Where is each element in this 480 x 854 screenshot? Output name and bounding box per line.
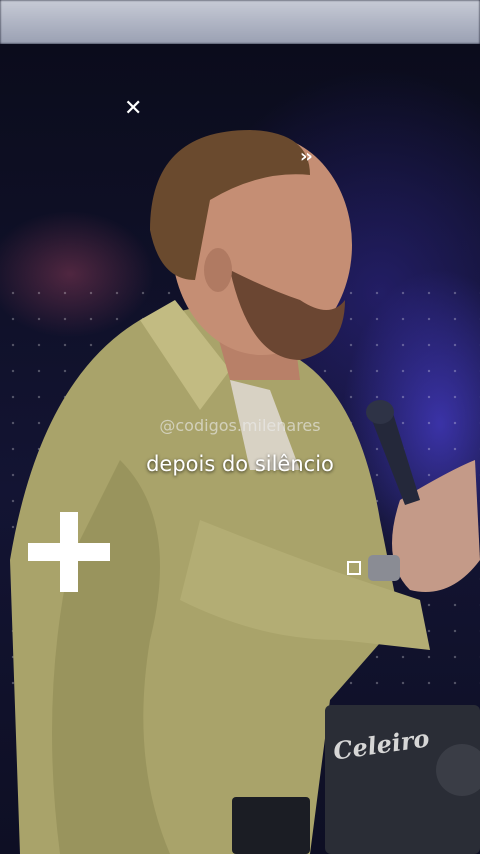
watermark-handle: @codigos.milenares (159, 416, 321, 435)
wrist-watch (368, 555, 400, 581)
close-icon[interactable]: ✕ (124, 98, 142, 120)
subtitle-caption: depois do silêncio (146, 452, 334, 476)
video-frame[interactable]: Celeiro ✕ ›› @codigos.milenares depois d… (0, 0, 480, 854)
speaker-ear (204, 248, 232, 292)
plus-icon (28, 512, 110, 592)
square-icon (347, 561, 361, 575)
chevron-right-icon: ›› (300, 146, 313, 167)
coffee-mug (232, 797, 310, 854)
